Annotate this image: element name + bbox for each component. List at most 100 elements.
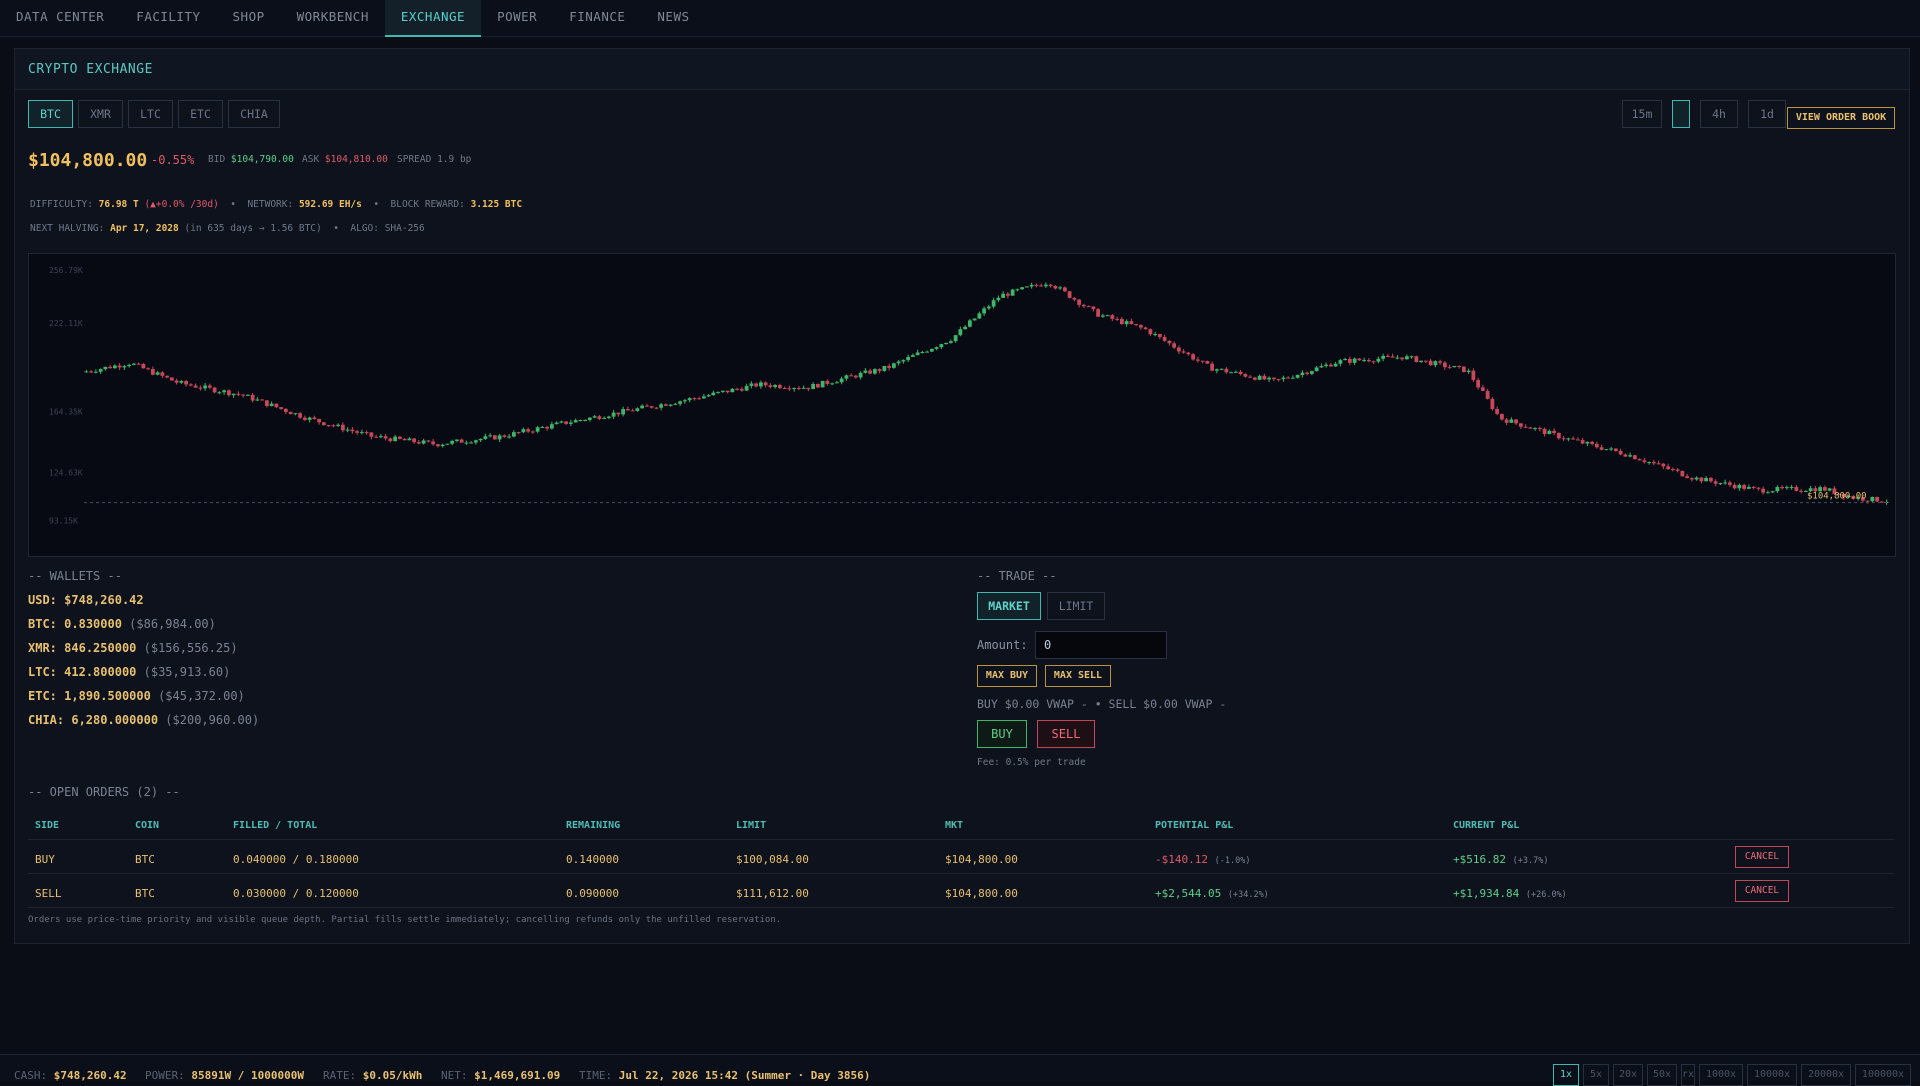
candle-body	[573, 420, 578, 423]
tab-facility[interactable]: FACILITY	[120, 0, 216, 35]
tab-finance[interactable]: FINANCE	[553, 0, 641, 35]
candle-body	[445, 443, 450, 445]
candle-body	[568, 422, 573, 424]
candle-body	[592, 416, 597, 418]
candle-body	[1110, 315, 1115, 319]
speed-100000x-button[interactable]: 100000x	[1855, 1064, 1911, 1086]
tab-exchange[interactable]: EXCHANGE	[384, 0, 482, 37]
candle-body	[502, 435, 507, 437]
candle-body	[967, 320, 972, 327]
candle-body	[896, 361, 901, 364]
amount-input[interactable]	[1035, 631, 1167, 659]
sell-button[interactable]: SELL	[1037, 720, 1095, 748]
speed-rx-button[interactable]: rx	[1681, 1064, 1695, 1086]
y-tick-label: 164.35K	[49, 407, 83, 416]
coin-ltc-button[interactable]: LTC	[128, 100, 173, 128]
order-potential-pnl: +$2,544.05 (+34.2%)	[1155, 887, 1269, 900]
timeframe-15m-button[interactable]: 15m	[1622, 100, 1662, 128]
order-remaining: 0.090000	[566, 887, 619, 900]
candle-body	[1219, 368, 1224, 370]
row-divider	[28, 907, 1894, 908]
candle-body	[1713, 481, 1718, 484]
timeframe-4h-button[interactable]: 4h	[1700, 100, 1738, 128]
candle-body	[136, 363, 141, 365]
view-order-book-button[interactable]: VIEW ORDER BOOK	[1787, 107, 1895, 129]
candle-body	[426, 440, 431, 442]
market-mode-button[interactable]: MARKET	[977, 592, 1041, 620]
coin-etc-button[interactable]: ETC	[178, 100, 223, 128]
buy-button[interactable]: BUY	[977, 720, 1027, 748]
candle-body	[236, 393, 241, 395]
candle-body	[450, 440, 455, 444]
tab-data-center[interactable]: DATA CENTER	[0, 0, 120, 35]
speed-20x-button[interactable]: 20x	[1613, 1064, 1643, 1086]
candle-body	[198, 387, 203, 389]
price-chart[interactable]: 256.79K 222.11K 164.35K 124.63K 93.15K $104,8…	[28, 253, 1896, 557]
candle-body	[298, 413, 303, 418]
timeframe-1h-button[interactable]	[1672, 100, 1690, 128]
max-sell-button[interactable]: MAX SELL	[1045, 665, 1111, 687]
candle-body	[763, 382, 768, 386]
cancel-order-button[interactable]: CANCEL	[1735, 880, 1789, 902]
candle-body	[1309, 371, 1314, 374]
bid-quote: BID $104,790.00	[208, 154, 294, 165]
candle-body	[1362, 360, 1367, 362]
coin-chia-button[interactable]: CHIA	[228, 100, 280, 128]
max-buy-button[interactable]: MAX BUY	[977, 665, 1037, 687]
tab-shop[interactable]: SHOP	[217, 0, 281, 35]
tab-workbench[interactable]: WORKBENCH	[281, 0, 385, 35]
candle-body	[459, 439, 464, 443]
candle-body	[169, 377, 174, 381]
candle-body	[844, 375, 849, 379]
candle-body	[1666, 466, 1671, 470]
status-bar: CASH: $748,260.42 POWER: 85891W / 100000…	[0, 1054, 1920, 1086]
candle-body	[1262, 375, 1267, 380]
speed-1x-button[interactable]: 1x	[1553, 1064, 1579, 1086]
limit-mode-button[interactable]: LIMIT	[1047, 592, 1105, 620]
candle-body	[1243, 373, 1248, 377]
cancel-order-button[interactable]: CANCEL	[1735, 846, 1789, 868]
candle-body	[1604, 449, 1609, 451]
candle-body	[1685, 476, 1690, 479]
timeframe-1d-button[interactable]: 1d	[1748, 100, 1786, 128]
candle-body	[1005, 293, 1010, 296]
candle-body	[1020, 287, 1025, 290]
candle-body	[412, 438, 417, 443]
candle-body	[849, 375, 854, 377]
candle-body	[307, 417, 312, 420]
candle-body	[1461, 366, 1466, 373]
candle-body	[141, 363, 146, 369]
speed-50x-button[interactable]: 50x	[1647, 1064, 1677, 1086]
candle-body	[1319, 366, 1324, 368]
tab-news[interactable]: NEWS	[641, 0, 705, 35]
candle-body	[492, 435, 497, 440]
col-potential-pnl: POTENTIAL P&L	[1155, 820, 1234, 831]
order-remaining: 0.140000	[566, 853, 619, 866]
candle-body	[868, 370, 873, 374]
candle-body	[1476, 379, 1481, 388]
candle-body	[1138, 325, 1143, 328]
candle-body	[1471, 370, 1476, 380]
candle-body	[1091, 306, 1096, 310]
candle-body	[1338, 360, 1343, 364]
speed-5x-button[interactable]: 5x	[1583, 1064, 1609, 1086]
last-price-label: $104,800.00	[1807, 492, 1867, 502]
candle-body	[1566, 438, 1571, 440]
speed-10000x-button[interactable]: 10000x	[1747, 1064, 1797, 1086]
speed-20000x-button[interactable]: 20000x	[1801, 1064, 1851, 1086]
coin-xmr-button[interactable]: XMR	[78, 100, 123, 128]
candle-body	[815, 383, 820, 388]
coin-btc-button[interactable]: BTC	[28, 100, 73, 128]
candle-body	[245, 394, 250, 396]
candle-body	[1343, 359, 1348, 361]
candle-body	[720, 390, 725, 392]
candle-body	[939, 344, 944, 348]
candle-body	[1077, 299, 1082, 305]
speed-1000x-button[interactable]: 1000x	[1699, 1064, 1743, 1086]
candle-body	[1162, 336, 1167, 341]
candle-body	[839, 378, 844, 383]
y-tick-label: 93.15K	[49, 516, 78, 525]
fee-info: Fee: 0.5% per trade	[977, 757, 1086, 768]
tab-power[interactable]: POWER	[481, 0, 553, 35]
status-time: TIME: Jul 22, 2026 15:42 (Summer · Day 3…	[579, 1069, 871, 1082]
